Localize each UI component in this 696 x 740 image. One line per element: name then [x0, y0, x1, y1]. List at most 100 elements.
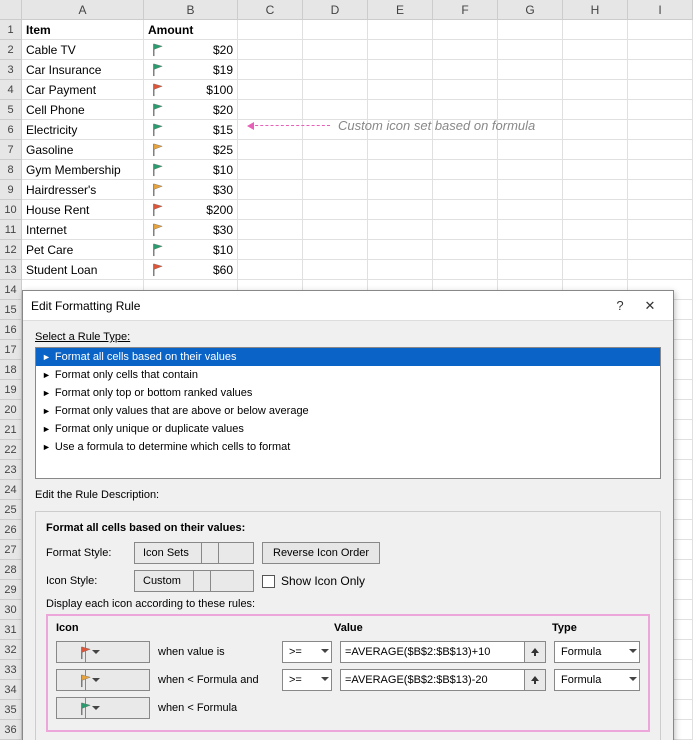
rule-type-item[interactable]: ►Format only values that are above or be…	[36, 402, 660, 420]
cell[interactable]: Internet	[22, 220, 144, 240]
cell[interactable]: $30	[144, 180, 238, 200]
row-header[interactable]: 23	[0, 460, 22, 480]
col-header-B[interactable]: B	[144, 0, 238, 20]
cell[interactable]: Amount	[144, 20, 238, 40]
icon-style-combo[interactable]: Custom	[134, 570, 254, 592]
rule-type-list[interactable]: ►Format all cells based on their values►…	[35, 347, 661, 479]
row-header[interactable]: 7	[0, 140, 22, 160]
cell[interactable]: $10	[144, 160, 238, 180]
row-header[interactable]: 21	[0, 420, 22, 440]
row-header[interactable]: 19	[0, 380, 22, 400]
row-header[interactable]: 15	[0, 300, 22, 320]
cell[interactable]: Hairdresser's	[22, 180, 144, 200]
rule-type-item[interactable]: ►Format only cells that contain	[36, 366, 660, 384]
cell[interactable]: Gym Membership	[22, 160, 144, 180]
cell[interactable]: House Rent	[22, 200, 144, 220]
cell[interactable]: $19	[144, 60, 238, 80]
grid-header-value: Value	[334, 622, 552, 634]
rule-type-item[interactable]: ►Format only unique or duplicate values	[36, 420, 660, 438]
type-combo[interactable]: Formula	[554, 641, 640, 663]
row-header[interactable]: 29	[0, 580, 22, 600]
cell[interactable]: Pet Care	[22, 240, 144, 260]
row-header[interactable]: 13	[0, 260, 22, 280]
rule-type-item[interactable]: ►Use a formula to determine which cells …	[36, 438, 660, 456]
row-header[interactable]: 11	[0, 220, 22, 240]
close-button[interactable]: ✕	[635, 298, 665, 314]
row-header[interactable]: 26	[0, 520, 22, 540]
help-button[interactable]: ?	[605, 298, 635, 313]
cell[interactable]: Car Payment	[22, 80, 144, 100]
cell[interactable]: Car Insurance	[22, 60, 144, 80]
row-header[interactable]: 16	[0, 320, 22, 340]
when-label: when < Formula and	[152, 674, 280, 686]
row-header[interactable]: 18	[0, 360, 22, 380]
format-style-combo[interactable]: Icon Sets	[134, 542, 254, 564]
col-header-F[interactable]: F	[433, 0, 498, 20]
row-header[interactable]: 34	[0, 680, 22, 700]
row-header[interactable]: 20	[0, 400, 22, 420]
row-header[interactable]: 9	[0, 180, 22, 200]
cell[interactable]: Student Loan	[22, 260, 144, 280]
cell[interactable]: $20	[144, 40, 238, 60]
col-header-C[interactable]: C	[238, 0, 303, 20]
operator-combo[interactable]: >=	[282, 641, 332, 663]
cell[interactable]: $25	[144, 140, 238, 160]
desc-header: Format all cells based on their values:	[46, 522, 650, 534]
select-all-corner[interactable]	[0, 0, 22, 20]
icon-combo[interactable]	[56, 641, 150, 663]
col-header-D[interactable]: D	[303, 0, 368, 20]
show-icon-only-checkbox[interactable]	[262, 575, 275, 588]
rule-type-item[interactable]: ►Format all cells based on their values	[36, 348, 660, 366]
cell[interactable]: $30	[144, 220, 238, 240]
cell[interactable]: Cable TV	[22, 40, 144, 60]
row-header[interactable]: 25	[0, 500, 22, 520]
cell[interactable]: Gasoline	[22, 140, 144, 160]
cell[interactable]: Electricity	[22, 120, 144, 140]
row-header[interactable]: 22	[0, 440, 22, 460]
row-header[interactable]: 12	[0, 240, 22, 260]
row-header[interactable]: 30	[0, 600, 22, 620]
row-header[interactable]: 6	[0, 120, 22, 140]
row-header[interactable]: 1	[0, 20, 22, 40]
col-header-H[interactable]: H	[563, 0, 628, 20]
row-header[interactable]: 14	[0, 280, 22, 300]
col-header-E[interactable]: E	[368, 0, 433, 20]
operator-combo[interactable]: >=	[282, 669, 332, 691]
col-header-I[interactable]: I	[628, 0, 693, 20]
cell[interactable]: Cell Phone	[22, 100, 144, 120]
row-header[interactable]: 33	[0, 660, 22, 680]
cell[interactable]: $15	[144, 120, 238, 140]
row-header[interactable]: 8	[0, 160, 22, 180]
row-header[interactable]: 3	[0, 60, 22, 80]
type-combo[interactable]: Formula	[554, 669, 640, 691]
value-input[interactable]	[340, 669, 525, 691]
reverse-icon-order-button[interactable]: Reverse Icon Order	[262, 542, 380, 564]
cell[interactable]: Item	[22, 20, 144, 40]
row-header[interactable]: 10	[0, 200, 22, 220]
icon-combo[interactable]	[56, 669, 150, 691]
icon-combo[interactable]	[56, 697, 150, 719]
cell[interactable]: $10	[144, 240, 238, 260]
row-header[interactable]: 4	[0, 80, 22, 100]
row-header[interactable]: 2	[0, 40, 22, 60]
cell[interactable]: $100	[144, 80, 238, 100]
row-header[interactable]: 27	[0, 540, 22, 560]
row-header[interactable]: 36	[0, 720, 22, 740]
cell[interactable]: $20	[144, 100, 238, 120]
row-header[interactable]: 31	[0, 620, 22, 640]
row-header[interactable]: 32	[0, 640, 22, 660]
row-header[interactable]: 24	[0, 480, 22, 500]
cell[interactable]: $200	[144, 200, 238, 220]
chevron-down-icon	[193, 571, 223, 591]
col-header-A[interactable]: A	[22, 0, 144, 20]
col-header-G[interactable]: G	[498, 0, 563, 20]
row-header[interactable]: 35	[0, 700, 22, 720]
value-input[interactable]	[340, 641, 525, 663]
row-header[interactable]: 5	[0, 100, 22, 120]
range-picker-button[interactable]	[524, 641, 546, 663]
row-header[interactable]: 17	[0, 340, 22, 360]
rule-type-item[interactable]: ►Format only top or bottom ranked values	[36, 384, 660, 402]
cell[interactable]: $60	[144, 260, 238, 280]
range-picker-button[interactable]	[524, 669, 546, 691]
row-header[interactable]: 28	[0, 560, 22, 580]
